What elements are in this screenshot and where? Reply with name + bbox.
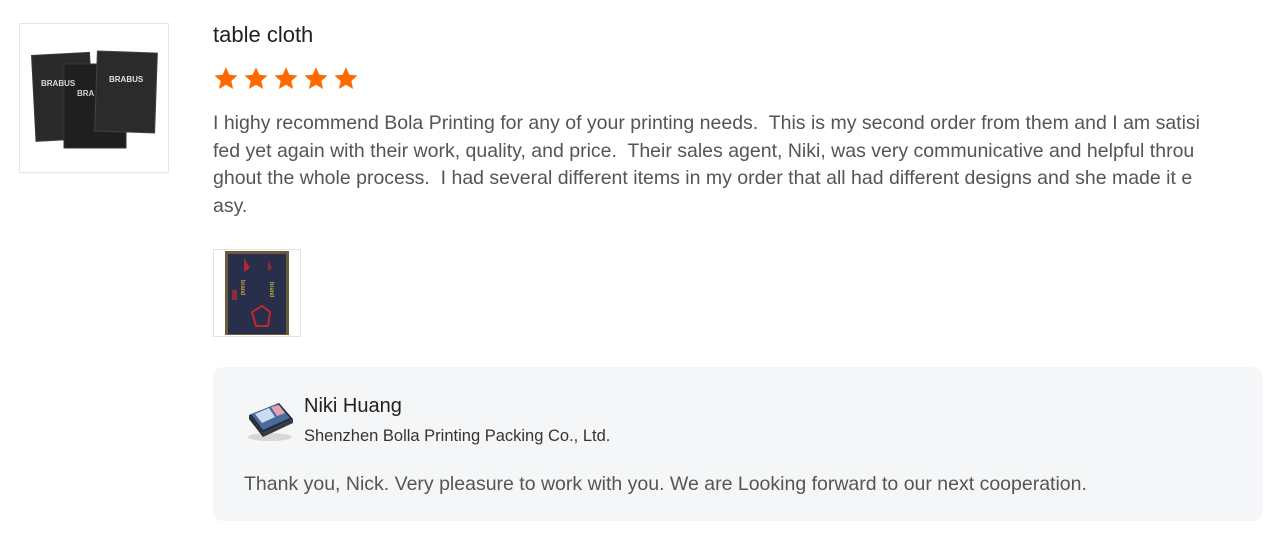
seller-name: Niki Huang: [304, 395, 402, 417]
product-photo-icon: BRABUS BRABUS BRA: [20, 24, 168, 172]
svg-text:BRA: BRA: [77, 89, 95, 98]
star-icon: [244, 67, 268, 89]
star-icon: [334, 67, 358, 89]
star-rating: [213, 66, 359, 94]
seller-reply: Niki Huang Shenzhen Bolla Printing Packi…: [213, 367, 1263, 521]
seller-company: Shenzhen Bolla Printing Packing Co., Ltd…: [304, 427, 611, 445]
product-thumbnail[interactable]: BRABUS BRABUS BRA: [19, 23, 169, 173]
svg-text:BRABUS: BRABUS: [41, 79, 76, 88]
svg-text:BRABUS: BRABUS: [109, 75, 144, 84]
review-attachment-thumbnail[interactable]: brand brand: [213, 249, 301, 337]
seller-avatar-icon: [245, 397, 295, 443]
review-title: table cloth: [213, 22, 314, 47]
review-body: I highy recommend Bola Printing for any …: [213, 112, 1201, 217]
attachment-photo-icon: brand brand: [214, 250, 300, 336]
star-icon: [304, 67, 328, 89]
svg-text:brand: brand: [268, 282, 274, 297]
svg-text:brand: brand: [239, 280, 245, 295]
seller-reply-text: Thank you, Nick. Very pleasure to work w…: [244, 473, 1087, 495]
star-icon: [274, 67, 298, 89]
star-icon: [214, 67, 238, 89]
